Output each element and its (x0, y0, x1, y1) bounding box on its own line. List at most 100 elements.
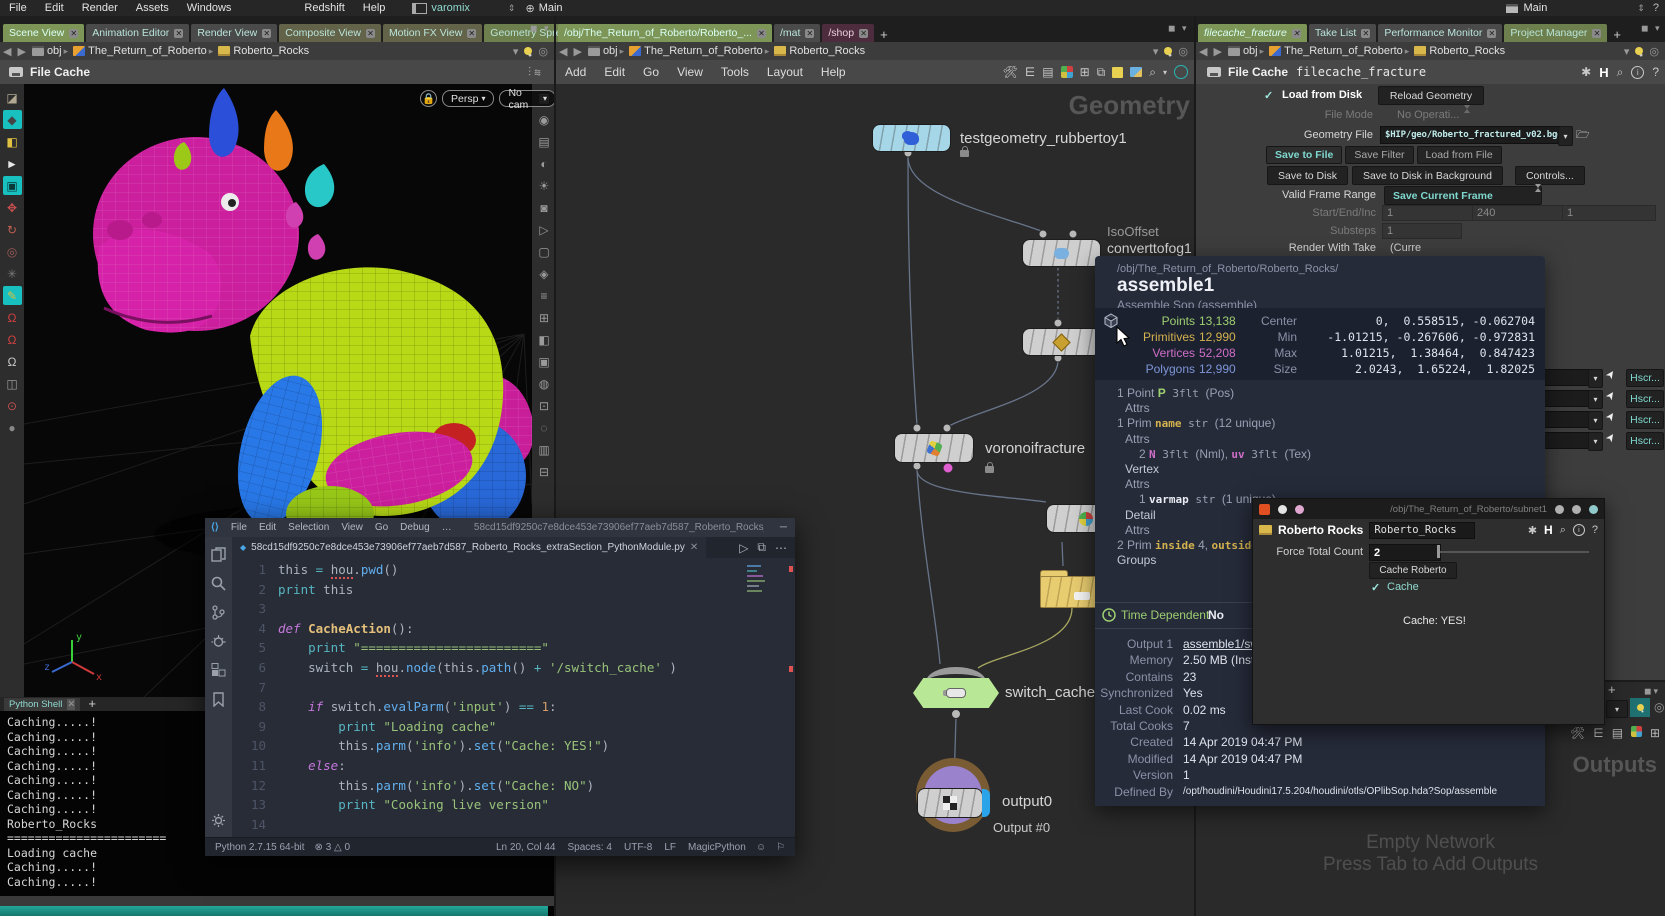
tab-project-manager[interactable]: Project Manager✕ (1504, 24, 1607, 42)
shelf-tool-icon-3[interactable]: ► (3, 154, 22, 173)
close-icon[interactable]: ✕ (366, 29, 375, 38)
customize-toolbar-icon[interactable]: 🛠 (1003, 65, 1018, 79)
shelf-tool-icon-0[interactable]: ◪ (3, 88, 22, 107)
shelf-tool-icon-7[interactable]: ◎ (3, 242, 22, 261)
cache-roberto-button[interactable]: Cache Roberto (1369, 562, 1457, 579)
close-icon[interactable]: ✕ (859, 29, 868, 38)
viewport-option-icon-4[interactable]: ☀ (535, 176, 554, 195)
menu-file[interactable]: File (0, 2, 36, 14)
timeline-playbar[interactable] (0, 906, 548, 916)
window-titlebar[interactable]: /obj/The_Return_of_Roberto/subnet1 (1253, 499, 1604, 519)
persp-view-selector[interactable]: Persp▾ (442, 90, 494, 107)
left-pane-controls[interactable]: ◼ ▾ (530, 23, 551, 34)
pin-icon[interactable] (1635, 47, 1643, 55)
menu-windows[interactable]: Windows (178, 2, 241, 14)
nav-forward-icon[interactable]: ▶ (1210, 45, 1224, 58)
viewport-option-icon-8[interactable]: ◈ (535, 264, 554, 283)
breadcrumb-item[interactable]: obj (603, 45, 618, 57)
tool-header-options-icon[interactable]: ⫶≋ (528, 65, 544, 80)
viewport-option-icon-13[interactable]: ◍ (535, 374, 554, 393)
layout-windows-icon[interactable]: ⧉ (1097, 65, 1106, 80)
node-switch-cache[interactable] (913, 678, 999, 708)
list-view-icon[interactable]: ▤ (1042, 65, 1053, 79)
desktop-spinner[interactable]: ⇕ (508, 3, 518, 14)
search-icon[interactable]: ⌕ (1560, 524, 1566, 537)
network-menu-edit[interactable]: Edit (595, 65, 634, 79)
explorer-icon[interactable] (211, 547, 226, 562)
shelf-tool-icon-14[interactable]: ⊙ (3, 396, 22, 415)
debug-icon[interactable] (211, 634, 226, 649)
pin-icon[interactable] (524, 47, 532, 55)
edit-pointer-icon[interactable]: ➤ (1603, 430, 1619, 445)
vscode-menu-edit[interactable]: Edit (253, 522, 282, 533)
file-chooser-icon[interactable]: 🗁 (1576, 126, 1590, 145)
param-button-2[interactable]: Controls... (1515, 166, 1585, 185)
pin-icon[interactable] (1164, 47, 1172, 55)
status-item[interactable]: MagicPython (688, 842, 746, 853)
node-isooffset[interactable] (1023, 329, 1100, 355)
status-item[interactable]: UTF-8 (624, 842, 652, 853)
tab-filecache-fracture[interactable]: filecache_fracture✕ (1198, 24, 1307, 42)
script-dropdown-field[interactable] (1544, 390, 1594, 407)
viewport-option-icon-12[interactable]: ▣ (535, 352, 554, 371)
breadcrumb-item[interactable]: Roberto_Rocks (233, 45, 309, 57)
file-mode-dropdown[interactable]: No Operati... (1397, 109, 1459, 121)
vscode-menu-debug[interactable]: Debug (394, 522, 435, 533)
hscript-button[interactable]: Hscr... (1626, 411, 1664, 429)
tab-take-list[interactable]: Take List✕ (1309, 24, 1376, 42)
breadcrumb-item[interactable]: Roberto_Rocks (1429, 45, 1505, 57)
gear-menu-icon[interactable]: ✱ (1581, 65, 1591, 79)
help-badge-icon[interactable]: ? (1653, 2, 1659, 14)
close-icon[interactable]: ✕ (805, 29, 814, 38)
breadcrumb-item[interactable]: The_Return_of_Roberto (88, 45, 207, 57)
split-editor-icon[interactable]: ⧉ (757, 540, 766, 555)
search-icon[interactable]: ⌕ (1149, 65, 1156, 80)
shelf-tool-icon-11[interactable]: Ω (3, 330, 22, 349)
cache-checkbox[interactable]: ✓ (1371, 581, 1380, 594)
pin-icon[interactable] (1630, 698, 1650, 717)
close-icon[interactable]: ✕ (757, 29, 766, 38)
add-tab-button[interactable]: + (1609, 27, 1625, 42)
script-dropdown-field[interactable] (1544, 369, 1594, 386)
script-dropdown-field[interactable] (1544, 411, 1594, 428)
nav-back-icon[interactable]: ◀ (556, 45, 570, 58)
viewport-option-icon-10[interactable]: ⊞ (535, 308, 554, 327)
shelf-tool-icon-12[interactable]: Ω (3, 352, 22, 371)
viewport-option-icon-9[interactable]: ≡ (535, 286, 554, 305)
add-tab-button[interactable]: + (84, 696, 100, 711)
shelf-tool-icon-5[interactable]: ✥ (3, 198, 22, 217)
network-menu-tools[interactable]: Tools (712, 65, 758, 79)
close-icon[interactable]: ✕ (1292, 29, 1301, 38)
notifications-icon[interactable]: ⚐ (776, 842, 785, 853)
viewport-option-icon-15[interactable]: ◌ (535, 418, 554, 437)
follow-icon[interactable]: ◎ (538, 45, 548, 58)
force-total-count-field[interactable]: 2 (1369, 544, 1441, 561)
status-item[interactable]: Spaces: 4 (568, 842, 612, 853)
node-testgeometry-rubbertoy[interactable] (873, 125, 950, 151)
viewport-option-icon-7[interactable]: ▢ (535, 242, 554, 261)
edit-pointer-icon[interactable]: ➤ (1603, 388, 1619, 403)
tab-python-shell[interactable]: Python Shell✕ (4, 698, 80, 711)
follow-icon[interactable]: ◎ (1654, 700, 1664, 714)
force-count-slider[interactable] (1437, 551, 1589, 553)
add-tab-button[interactable]: + (1604, 682, 1620, 697)
param-button-1[interactable]: Save to Disk in Background (1352, 166, 1503, 185)
tab-render-view[interactable]: Render View✕ (191, 24, 277, 42)
shelf-tool-icon-1[interactable]: ◆ (3, 110, 22, 129)
settings-gear-icon[interactable] (211, 813, 226, 828)
breadcrumb-item[interactable]: obj (47, 45, 62, 57)
vscode-menu-selection[interactable]: Selection (282, 522, 335, 533)
shelf-tool-icon-6[interactable]: ↻ (3, 220, 22, 239)
vscode-menu-view[interactable]: View (335, 522, 369, 533)
mid-pane-controls[interactable]: ◼ ▾ (1168, 23, 1189, 34)
close-icon[interactable]: ✕ (467, 29, 476, 38)
shelf-tool-icon-9[interactable]: ✎ (3, 286, 22, 305)
list-view-icon[interactable]: ▤ (1612, 726, 1623, 740)
output-render-flag[interactable] (982, 789, 990, 817)
search-icon[interactable]: ⌕ (1617, 65, 1624, 80)
param-tab-1[interactable]: Save Filter (1345, 146, 1413, 164)
menu-assets[interactable]: Assets (127, 2, 178, 14)
search-icon[interactable] (211, 576, 226, 591)
problems-badge[interactable]: ⊗ 3 △ 0 (315, 842, 351, 853)
hscript-button[interactable]: Hscr... (1626, 390, 1664, 408)
